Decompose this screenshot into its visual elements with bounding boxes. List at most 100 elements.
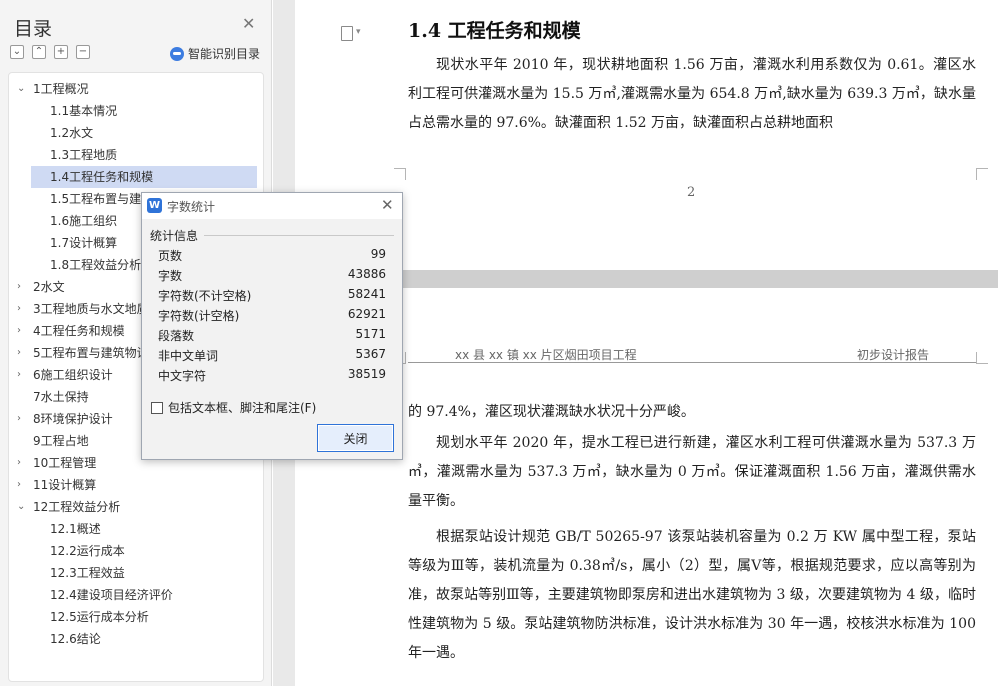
outline-item[interactable]: 1.3工程地质 bbox=[9, 144, 117, 166]
outline-item[interactable]: 12.2运行成本 bbox=[9, 540, 125, 562]
outline-item-label: 3工程地质与水文地质 bbox=[33, 302, 149, 316]
chevron-right-icon[interactable]: › bbox=[17, 342, 21, 364]
outline-item-label: 12.1概述 bbox=[50, 522, 101, 536]
paragraph: 规划水平年 2020 年，提水工程已进行新建，灌区水利工程可供灌溉水量为 537… bbox=[408, 435, 976, 509]
stat-key: 字数 bbox=[158, 269, 183, 283]
checkbox-icon[interactable] bbox=[151, 401, 163, 414]
outline-item[interactable]: › 11设计概算 bbox=[9, 474, 96, 496]
outline-item[interactable]: › 2水文 bbox=[9, 276, 65, 298]
stat-key: 非中文单词 bbox=[158, 349, 219, 363]
stat-row: 字符数(计空格) 62921 bbox=[158, 307, 386, 327]
outline-item[interactable]: 1.2水文 bbox=[9, 122, 93, 144]
dialog-title: 字数统计 bbox=[167, 200, 216, 214]
outline-item[interactable]: 12.6结论 bbox=[9, 628, 101, 650]
chevron-right-icon[interactable]: › bbox=[17, 320, 21, 342]
outline-item-label: 1.4工程任务和规模 bbox=[50, 170, 154, 184]
collapse-all-icon[interactable]: ⌃ bbox=[32, 45, 46, 59]
chevron-right-icon[interactable]: › bbox=[17, 452, 21, 474]
dialog-titlebar[interactable]: W 字数统计 ✕ bbox=[142, 193, 402, 219]
outline-item[interactable]: 9工程占地 bbox=[9, 430, 89, 452]
outline-item[interactable]: 1.6施工组织 bbox=[9, 210, 117, 232]
outline-item-label: 11设计概算 bbox=[33, 478, 97, 492]
chevron-down-icon[interactable]: ⌄ bbox=[17, 78, 25, 100]
stat-key: 字符数(计空格) bbox=[158, 309, 240, 323]
stat-row: 字数 43886 bbox=[158, 267, 386, 287]
outline-item[interactable]: › 10工程管理 bbox=[9, 452, 96, 474]
outline-item[interactable]: › 3工程地质与水文地质 bbox=[9, 298, 149, 320]
outline-item[interactable]: 12.4建设项目经济评价 bbox=[9, 584, 173, 606]
outline-item[interactable]: 12.1概述 bbox=[9, 518, 101, 540]
outline-item-label: 12.4建设项目经济评价 bbox=[50, 588, 173, 602]
outline-item-label: 1.6施工组织 bbox=[50, 214, 118, 228]
stat-row: 段落数 5171 bbox=[158, 327, 386, 347]
outline-item-label: 1.7设计概算 bbox=[50, 236, 118, 250]
stat-value: 58241 bbox=[347, 287, 386, 301]
outline-item-label: 1.2水文 bbox=[50, 126, 94, 140]
outline-item-label: 12.5运行成本分析 bbox=[50, 610, 149, 624]
smart-toc-label: 智能识别目录 bbox=[188, 47, 261, 61]
outline-item[interactable]: › 8环境保护设计 bbox=[9, 408, 113, 430]
smart-toc-icon bbox=[170, 46, 184, 61]
stat-row: 中文字符 38519 bbox=[158, 367, 386, 387]
expand-all-icon[interactable]: ⌄ bbox=[10, 45, 24, 59]
stats-section-label: 统计信息 bbox=[150, 229, 199, 243]
outline-item-label: 12.3工程效益 bbox=[50, 566, 125, 580]
outline-item-label: 12.6结论 bbox=[50, 632, 101, 646]
stat-value: 38519 bbox=[347, 367, 386, 381]
remove-heading-icon[interactable]: − bbox=[76, 45, 90, 59]
include-textbox-checkbox[interactable]: 包括文本框、脚注和尾注(F) bbox=[151, 399, 316, 416]
outline-item-label: 6施工组织设计 bbox=[33, 368, 113, 382]
stat-value: 5171 bbox=[355, 327, 386, 341]
add-heading-icon[interactable]: + bbox=[54, 45, 68, 59]
paragraph: 现状水平年 2010 年，现状耕地面积 1.56 万亩，灌溉水利用系数仅为 0.… bbox=[408, 57, 976, 131]
chevron-right-icon[interactable]: › bbox=[17, 408, 21, 430]
stat-value: 43886 bbox=[347, 267, 386, 281]
outline-item-label: 8环境保护设计 bbox=[33, 412, 113, 426]
outline-item[interactable]: › 6施工组织设计 bbox=[9, 364, 113, 386]
paragraph: 根据泵站设计规范 GB/T 50265-97 该泵站装机容量为 0.2 万 KW… bbox=[408, 529, 976, 661]
outline-item[interactable]: ⌄ 12工程效益分析 bbox=[9, 496, 120, 518]
dialog-close-icon[interactable]: ✕ bbox=[381, 196, 394, 214]
stat-value: 99 bbox=[370, 247, 386, 261]
stat-value: 5367 bbox=[355, 347, 386, 361]
outline-title: 目录 bbox=[14, 18, 53, 40]
stat-value: 62921 bbox=[347, 307, 386, 321]
outline-toolbar: ⌄ ⌃ + − bbox=[10, 45, 90, 61]
document-icon[interactable] bbox=[341, 26, 361, 41]
header-rule bbox=[408, 362, 976, 363]
word-count-dialog: W 字数统计 ✕ 统计信息 包括文本框、脚注和尾注(F) 关闭 页数 99 字数 43… bbox=[141, 192, 403, 460]
chevron-right-icon[interactable]: › bbox=[17, 298, 21, 320]
outline-item-label: 12工程效益分析 bbox=[33, 500, 121, 514]
outline-item-label: 12.2运行成本 bbox=[50, 544, 125, 558]
stat-key: 页数 bbox=[158, 249, 183, 263]
chevron-right-icon[interactable]: › bbox=[17, 276, 21, 298]
chevron-right-icon[interactable]: › bbox=[17, 364, 21, 386]
outline-item[interactable]: 1.1基本情况 bbox=[9, 100, 117, 122]
outline-item-label: 4工程任务和规模 bbox=[33, 324, 125, 338]
outline-item[interactable]: 1.4工程任务和规模 bbox=[31, 166, 257, 188]
outline-item[interactable]: 12.5运行成本分析 bbox=[9, 606, 149, 628]
outline-item[interactable]: 1.5工程布置与建筑 bbox=[9, 188, 153, 210]
outline-item[interactable]: › 4工程任务和规模 bbox=[9, 320, 125, 342]
outline-item[interactable]: ⌄ 1工程概况 bbox=[9, 78, 89, 100]
outline-item-label: 9工程占地 bbox=[33, 434, 89, 448]
outline-item-label: 2水文 bbox=[33, 280, 65, 294]
paragraph: 的 97.4%，灌区现状灌溉缺水状况十分严峻。 bbox=[408, 404, 695, 420]
stat-row: 非中文单词 5367 bbox=[158, 347, 386, 367]
outline-item[interactable]: 1.8工程效益分析 bbox=[9, 254, 141, 276]
stat-key: 中文字符 bbox=[158, 369, 207, 383]
outline-item-label: 1.1基本情况 bbox=[50, 104, 118, 118]
smart-toc-button[interactable]: 智能识别目录 bbox=[170, 45, 260, 62]
outline-item-label: 1.3工程地质 bbox=[50, 148, 118, 162]
chevron-down-icon[interactable]: ⌄ bbox=[17, 496, 25, 518]
outline-item[interactable]: › 5工程布置与建筑物设计 bbox=[9, 342, 161, 364]
close-button[interactable]: 关闭 bbox=[317, 424, 394, 452]
close-icon[interactable]: ✕ bbox=[242, 14, 255, 33]
outline-item-label: 1工程概况 bbox=[33, 82, 89, 96]
outline-item[interactable]: 12.3工程效益 bbox=[9, 562, 125, 584]
stat-row: 页数 99 bbox=[158, 247, 386, 267]
outline-item[interactable]: 7水土保持 bbox=[9, 386, 89, 408]
chevron-right-icon[interactable]: › bbox=[17, 474, 21, 496]
outline-item[interactable]: 1.7设计概算 bbox=[9, 232, 117, 254]
outline-item-label: 1.5工程布置与建筑 bbox=[50, 192, 154, 206]
